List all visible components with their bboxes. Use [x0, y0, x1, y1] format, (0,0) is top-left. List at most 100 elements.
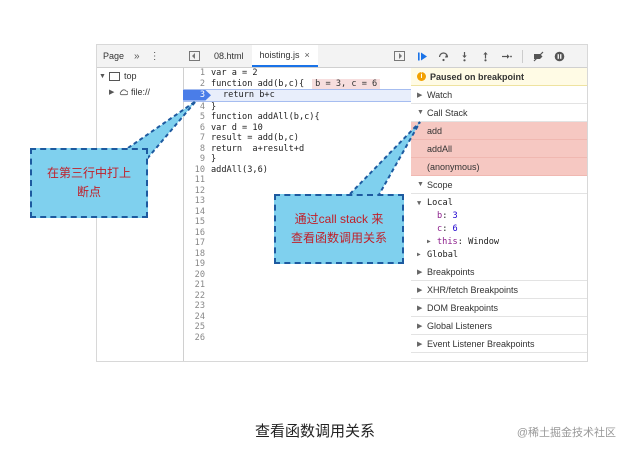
line-number[interactable]: 4 — [183, 102, 211, 113]
line-number[interactable]: 20 — [183, 270, 211, 281]
tab-08-html[interactable]: 08.html — [206, 45, 252, 67]
watermark: @稀土掘金技术社区 — [516, 427, 616, 439]
cloud-icon — [119, 89, 128, 96]
collapsed-triangle-icon: ▶ — [417, 304, 423, 312]
code-line[interactable]: 10 addAll(3,6) — [183, 165, 411, 176]
code-line[interactable]: 22 — [183, 291, 411, 302]
code-line[interactable]: 20 — [183, 270, 411, 281]
code-line[interactable]: 25 — [183, 322, 411, 333]
collapsed-triangle-icon: ▶ — [417, 322, 423, 330]
code-line[interactable]: 11 — [183, 175, 411, 186]
code-text: } — [211, 101, 217, 112]
line-number[interactable]: 14 — [183, 207, 211, 218]
section-global-listeners[interactable]: ▶ Global Listeners — [411, 317, 587, 335]
toggle-navigator-icon[interactable] — [189, 51, 200, 61]
collapsed-triangle-icon: ▶ — [417, 251, 421, 258]
expanded-triangle-icon: ▼ — [417, 198, 422, 207]
section-label: Event Listener Breakpoints — [427, 338, 535, 349]
section-call-stack[interactable]: ▼ Call Stack — [411, 104, 587, 122]
navigator-menu-icon[interactable]: ⋮ — [150, 51, 160, 62]
code-line[interactable]: 1 var a = 2 — [183, 68, 411, 79]
section-breakpoints[interactable]: ▶ Breakpoints — [411, 263, 587, 281]
line-number[interactable]: 16 — [183, 228, 211, 239]
expanded-triangle-icon[interactable]: ▼ — [99, 73, 109, 80]
scope-local[interactable]: ▼ Local — [417, 196, 587, 209]
variable-name: this — [437, 236, 458, 247]
section-event-listener-breakpoints[interactable]: ▶ Event Listener Breakpoints — [411, 335, 587, 353]
close-icon[interactable]: × — [305, 50, 310, 60]
collapsed-triangle-icon[interactable]: ▶ — [109, 88, 119, 96]
line-number[interactable]: 11 — [183, 175, 211, 186]
line-number[interactable]: 24 — [183, 312, 211, 323]
line-number[interactable]: 17 — [183, 238, 211, 249]
step-over-icon[interactable] — [438, 51, 449, 62]
tree-item-top[interactable]: ▼ top — [97, 68, 183, 84]
toggle-debugger-icon[interactable] — [394, 51, 405, 61]
call-frame-addall[interactable]: addAll — [411, 140, 587, 158]
line-number[interactable]: 7 — [183, 133, 211, 144]
line-number[interactable]: 19 — [183, 259, 211, 270]
code-line[interactable]: 9} — [183, 154, 411, 165]
line-number[interactable]: 22 — [183, 291, 211, 302]
call-frame-add[interactable]: add — [411, 122, 587, 140]
code-line-breakpoint[interactable]: 3 return b+c — [183, 89, 411, 102]
line-number[interactable]: 10 — [183, 165, 211, 176]
code-line[interactable]: 2 function add(b,c){b = 3, c = 6 — [183, 78, 411, 90]
section-label: Watch — [427, 89, 453, 100]
pause-on-exceptions-icon[interactable] — [554, 51, 565, 62]
section-label: Scope — [427, 179, 453, 190]
step-out-icon[interactable] — [480, 51, 491, 62]
scope-global[interactable]: ▶ Global — [417, 248, 587, 261]
section-watch[interactable]: ▶ Watch — [411, 86, 587, 104]
section-label: DOM Breakpoints — [427, 302, 499, 313]
toolbar-divider — [522, 49, 523, 63]
line-number[interactable]: 12 — [183, 186, 211, 197]
code-line[interactable]: 24 — [183, 312, 411, 323]
line-number[interactable]: 25 — [183, 322, 211, 333]
call-frame-anonymous[interactable]: (anonymous) — [411, 158, 587, 176]
variable-value: Window — [468, 236, 500, 247]
tab-page[interactable]: Page — [103, 51, 124, 61]
code-line[interactable]: 21 — [183, 280, 411, 291]
scope-this[interactable]: ▶ this: Window — [417, 235, 587, 248]
more-tabs-icon[interactable]: » — [134, 51, 140, 62]
section-dom-breakpoints[interactable]: ▶ DOM Breakpoints — [411, 299, 587, 317]
code-line[interactable]: 7 result = add(b,c) — [183, 133, 411, 144]
code-text: var a = 2 — [211, 68, 258, 78]
code-line[interactable]: 8 return a+result+d — [183, 144, 411, 155]
step-into-icon[interactable] — [459, 51, 470, 62]
line-number[interactable]: 26 — [183, 333, 211, 344]
line-number[interactable]: 13 — [183, 196, 211, 207]
line-number[interactable]: 5 — [183, 112, 211, 123]
tree-item-label: top — [124, 71, 137, 81]
line-number[interactable]: 9 — [183, 154, 211, 165]
line-number[interactable]: 15 — [183, 217, 211, 228]
code-text: function add(b,c){ — [211, 78, 305, 89]
code-line[interactable]: 6 var d = 10 — [183, 123, 411, 134]
step-icon[interactable] — [501, 51, 512, 62]
scope-variable[interactable]: c: 6 — [417, 222, 587, 235]
scope-variable[interactable]: b: 3 — [417, 209, 587, 222]
tree-item-file[interactable]: ▶ file:// — [97, 84, 183, 100]
line-number[interactable]: 1 — [183, 68, 211, 79]
line-number[interactable]: 8 — [183, 144, 211, 155]
code-line[interactable]: 26 — [183, 333, 411, 344]
deactivate-breakpoints-icon[interactable] — [533, 51, 544, 62]
scope-local-label: Local — [427, 197, 453, 208]
code-line[interactable]: 5 function addAll(b,c){ — [183, 112, 411, 123]
line-number[interactable]: 21 — [183, 280, 211, 291]
resume-icon[interactable] — [417, 51, 428, 62]
code-line[interactable]: 23 — [183, 301, 411, 312]
debugger-sidebar: i Paused on breakpoint ▶ Watch ▼ Call St… — [411, 45, 587, 361]
line-number[interactable]: 3 — [183, 90, 211, 101]
line-number[interactable]: 18 — [183, 249, 211, 260]
expanded-triangle-icon: ▼ — [417, 109, 424, 116]
section-xhr-fetch-breakpoints[interactable]: ▶ XHR/fetch Breakpoints — [411, 281, 587, 299]
section-scope[interactable]: ▼ Scope — [411, 176, 587, 194]
line-number[interactable]: 2 — [183, 79, 211, 90]
line-number[interactable]: 23 — [183, 301, 211, 312]
line-number[interactable]: 6 — [183, 123, 211, 134]
code-text: var d = 10 — [211, 122, 263, 133]
tab-hoisting-js[interactable]: hoisting.js × — [251, 45, 318, 67]
code-line[interactable]: 4} — [183, 102, 411, 113]
